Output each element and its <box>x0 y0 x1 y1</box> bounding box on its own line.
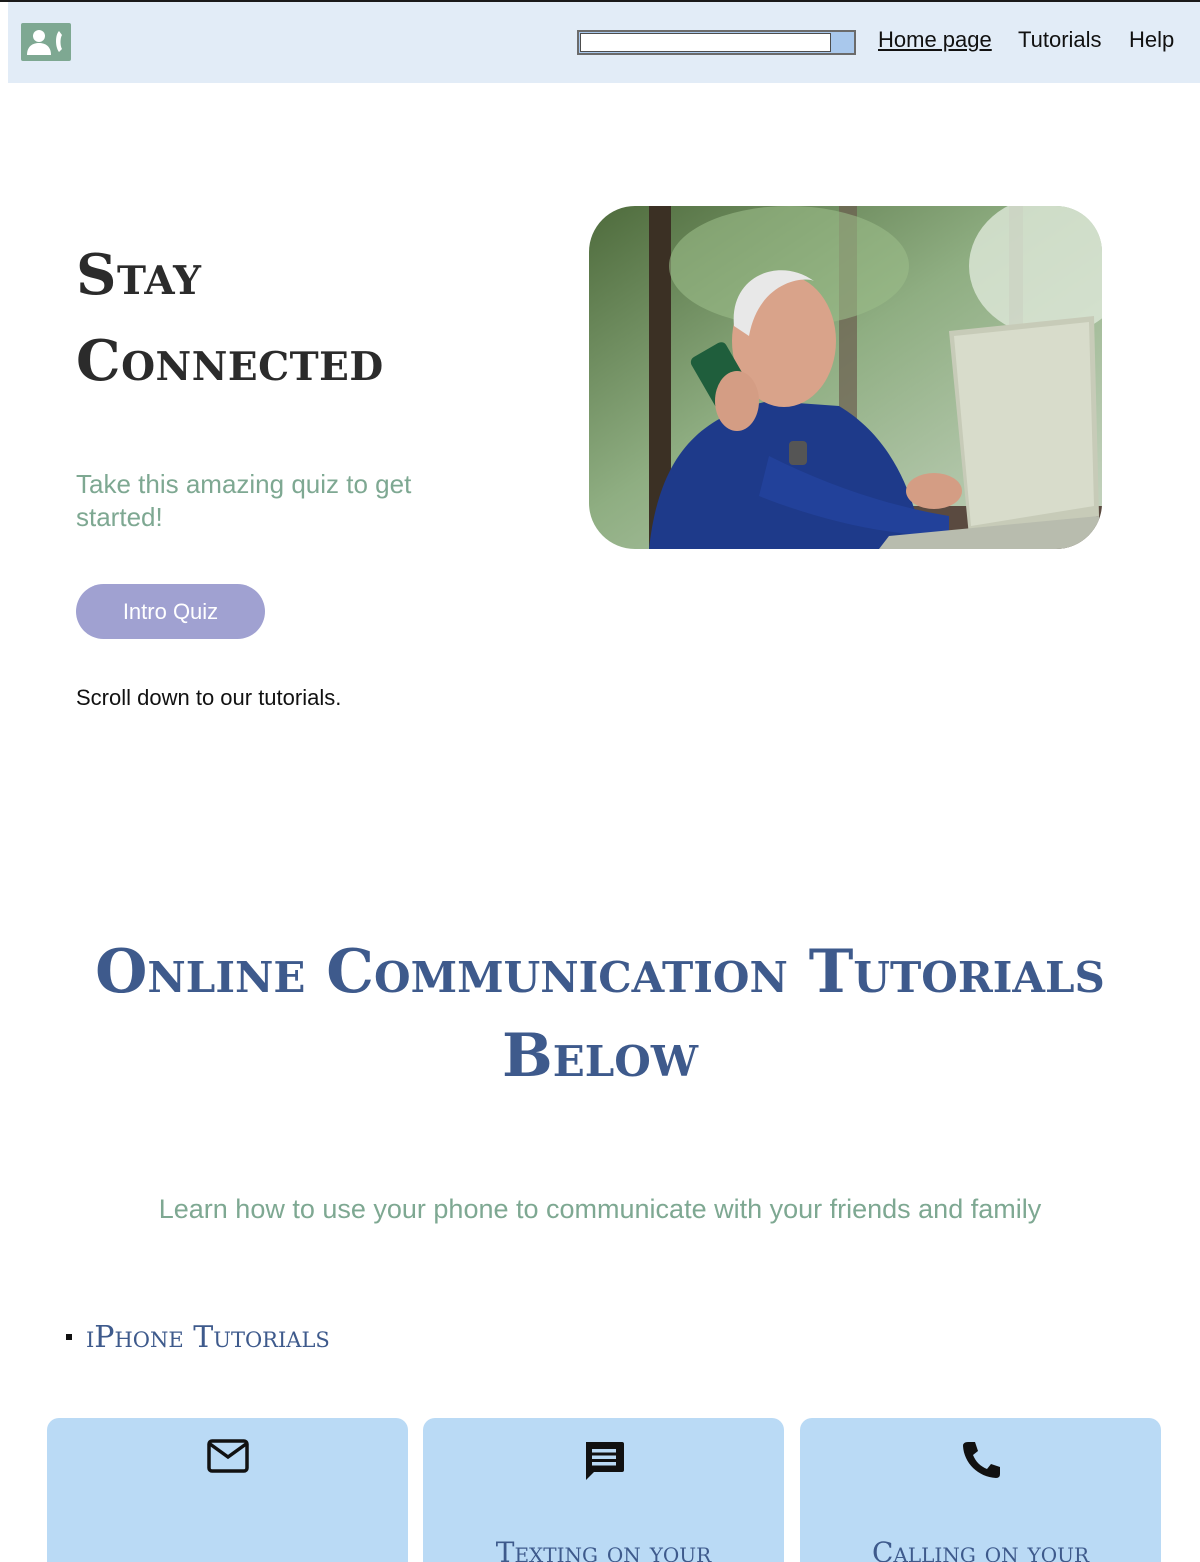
contact-phone-icon[interactable] <box>21 23 71 61</box>
nav-home-link[interactable]: Home page <box>878 27 992 53</box>
intro-quiz-button[interactable]: Intro Quiz <box>76 584 265 639</box>
phone-icon <box>959 1438 1003 1487</box>
hero-subtitle: Take this amazing quiz to get started! <box>76 469 412 532</box>
top-navbar: Home page Tutorials Help <box>8 2 1200 83</box>
message-icon <box>582 1438 626 1487</box>
tutorial-card-title: Texting on your <box>495 1536 712 1562</box>
scroll-note: Scroll down to our tutorials. <box>76 685 342 710</box>
iphone-tutorials-heading: iPhone Tutorials <box>66 1320 330 1355</box>
hero-title: Stay Connected <box>76 242 384 394</box>
tutorial-card-title: Calling on your <box>871 1536 1090 1562</box>
iphone-tutorials-label: iPhone Tutorials <box>86 1320 330 1355</box>
tutorial-card-email[interactable] <box>47 1418 408 1562</box>
tutorials-section-title: Online Communication Tutorials Below <box>95 937 1105 1091</box>
search-field-inner[interactable] <box>580 33 831 52</box>
mail-icon <box>206 1438 250 1479</box>
tutorial-card-calling[interactable]: Calling on your <box>800 1418 1161 1562</box>
tutorial-card-texting[interactable]: Texting on your <box>423 1418 784 1562</box>
hero-photo <box>589 206 1102 549</box>
search-input[interactable] <box>577 30 856 55</box>
list-bullet <box>66 1334 72 1340</box>
tutorials-section-subtitle: Learn how to use your phone to communica… <box>158 1194 1042 1224</box>
nav-help-link[interactable]: Help <box>1129 27 1174 53</box>
nav-tutorials-link[interactable]: Tutorials <box>1018 27 1102 53</box>
